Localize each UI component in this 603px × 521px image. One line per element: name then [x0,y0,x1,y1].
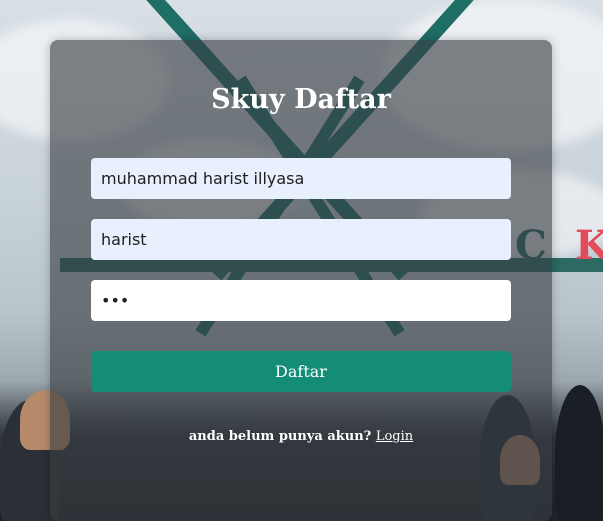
register-button[interactable]: Daftar [91,351,511,392]
username-input[interactable] [91,219,511,260]
register-card: Skuy Daftar Daftar anda belum punya akun… [50,40,552,521]
password-input[interactable] [91,280,511,321]
login-link[interactable]: Login [376,429,413,444]
form-title: Skuy Daftar [211,84,391,115]
login-prompt-text: anda belum punya akun? [188,429,372,444]
fullname-input[interactable] [91,158,511,199]
login-prompt: anda belum punya akun? Login [50,429,552,444]
